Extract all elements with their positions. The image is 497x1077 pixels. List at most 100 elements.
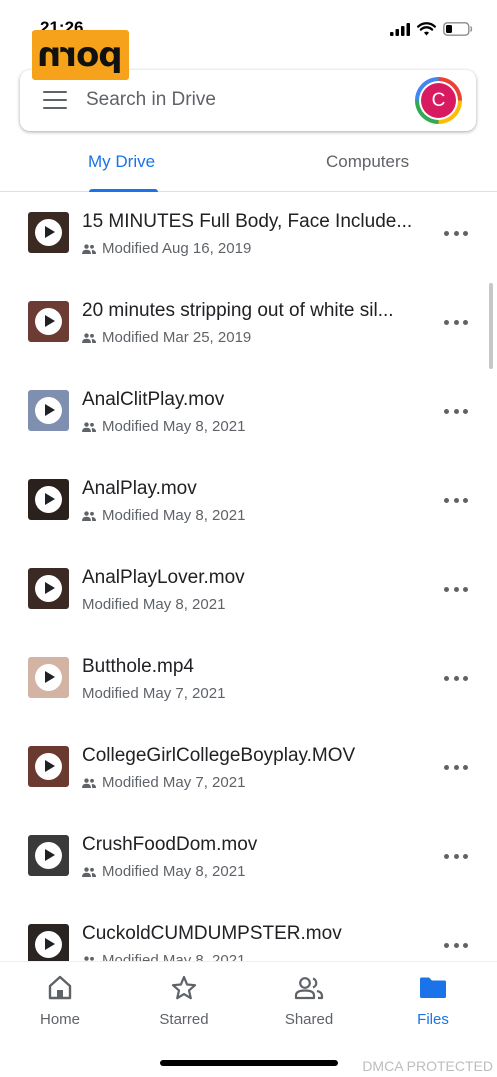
home-icon — [48, 975, 72, 1000]
nav-files-label: Files — [417, 1011, 449, 1028]
active-tab-indicator — [89, 189, 158, 192]
file-modified: Modified May 8, 2021 — [102, 952, 246, 961]
more-options-icon[interactable] — [444, 579, 468, 599]
file-name: 20 minutes stripping out of white sil... — [82, 300, 394, 321]
file-meta: Modified Aug 16, 2019 — [82, 240, 251, 257]
status-icons — [390, 22, 473, 36]
shared-icon — [82, 510, 96, 521]
nav-files[interactable]: Files — [383, 974, 483, 1028]
more-options-icon[interactable] — [444, 757, 468, 777]
file-meta: Modified May 8, 2021 — [82, 596, 225, 613]
watermark-logo-text: porn — [38, 35, 123, 75]
shared-icon — [82, 332, 96, 343]
shared-icon — [82, 421, 96, 432]
file-modified: Modified May 8, 2021 — [102, 863, 246, 880]
file-meta: Modified May 8, 2021 — [82, 418, 245, 435]
file-meta: Modified May 8, 2021 — [82, 507, 245, 524]
signal-icon — [390, 22, 410, 36]
file-name: CollegeGirlCollegeBoyplay.MOV — [82, 745, 356, 766]
watermark-logo: porn — [32, 30, 129, 80]
more-options-icon[interactable] — [444, 223, 468, 243]
file-row[interactable]: AnalPlay.mov Modified May 8, 2021 — [0, 460, 497, 549]
video-thumbnail — [28, 746, 69, 787]
file-row[interactable]: CuckoldCUMDUMPSTER.mov Modified May 8, 20… — [0, 905, 497, 961]
file-meta: Modified May 7, 2021 — [82, 774, 245, 791]
nav-shared-label: Shared — [284, 1011, 334, 1028]
video-thumbnail — [28, 835, 69, 876]
file-modified: Modified May 7, 2021 — [102, 774, 246, 791]
scrollbar[interactable] — [489, 283, 493, 369]
file-meta: Modified May 8, 2021 — [82, 863, 245, 880]
file-row[interactable]: 15 MINUTES Full Body, Face Include... Mod… — [0, 193, 497, 282]
battery-icon — [443, 22, 473, 36]
play-icon — [35, 575, 62, 602]
video-thumbnail — [28, 924, 69, 961]
bottom-nav: Home Starred Shared Files DMCA PROTECTED — [0, 961, 497, 1077]
file-name: AnalPlayLover.mov — [82, 567, 245, 588]
file-meta: Modified May 7, 2021 — [82, 685, 225, 702]
menu-icon[interactable] — [43, 91, 67, 109]
play-icon — [35, 664, 62, 691]
play-icon — [35, 308, 62, 335]
nav-home[interactable]: Home — [10, 974, 110, 1028]
file-meta: Modified May 8, 2021 — [82, 952, 245, 961]
play-icon — [35, 753, 62, 780]
file-name: Butthole.mp4 — [82, 656, 194, 677]
nav-starred-label: Starred — [159, 1011, 209, 1028]
file-row[interactable]: AnalClitPlay.mov Modified May 8, 2021 — [0, 371, 497, 460]
file-name: 15 MINUTES Full Body, Face Include... — [82, 211, 413, 232]
video-thumbnail — [28, 390, 69, 431]
play-icon — [35, 842, 62, 869]
avatar-letter: C — [421, 83, 456, 118]
search-input[interactable]: Search in Drive — [86, 89, 216, 111]
file-modified: Modified Mar 25, 2019 — [102, 329, 252, 346]
file-modified: Modified May 8, 2021 — [82, 596, 226, 613]
wifi-icon — [417, 22, 436, 36]
more-options-icon[interactable] — [444, 312, 468, 332]
play-icon — [35, 397, 62, 424]
file-modified: Modified May 8, 2021 — [102, 418, 246, 435]
more-options-icon[interactable] — [444, 490, 468, 510]
file-modified: Modified Aug 16, 2019 — [102, 240, 252, 257]
shared-icon — [82, 777, 96, 788]
file-modified: Modified May 7, 2021 — [82, 685, 226, 702]
file-meta: Modified Mar 25, 2019 — [82, 329, 251, 346]
video-thumbnail — [28, 479, 69, 520]
shared-icon — [82, 243, 96, 254]
more-options-icon[interactable] — [444, 668, 468, 688]
file-name: AnalPlay.mov — [82, 478, 197, 499]
file-row[interactable]: CrushFoodDom.mov Modified May 8, 2021 — [0, 816, 497, 905]
file-row[interactable]: 20 minutes stripping out of white sil...… — [0, 282, 497, 371]
video-thumbnail — [28, 301, 69, 342]
account-avatar[interactable]: C — [415, 77, 462, 124]
tab-my-drive[interactable]: My Drive — [88, 152, 155, 172]
file-name: CuckoldCUMDUMPSTER.mov — [82, 923, 342, 944]
file-row[interactable]: Butthole.mp4 Modified May 7, 2021 — [0, 638, 497, 727]
folder-icon — [420, 977, 446, 998]
more-options-icon[interactable] — [444, 401, 468, 421]
more-options-icon[interactable] — [444, 846, 468, 866]
file-name: CrushFoodDom.mov — [82, 834, 258, 855]
star-icon — [171, 975, 197, 1000]
play-icon — [35, 486, 62, 513]
file-modified: Modified May 8, 2021 — [102, 507, 246, 524]
video-thumbnail — [28, 212, 69, 253]
play-icon — [35, 219, 62, 246]
tab-computers[interactable]: Computers — [326, 152, 409, 172]
video-thumbnail — [28, 568, 69, 609]
file-row[interactable]: CollegeGirlCollegeBoyplay.MOV Modified Ma… — [0, 727, 497, 816]
shared-people-icon — [294, 977, 324, 1000]
shared-icon — [82, 866, 96, 877]
file-row[interactable]: AnalPlayLover.mov Modified May 8, 2021 — [0, 549, 497, 638]
nav-shared[interactable]: Shared — [259, 974, 359, 1028]
dmca-watermark: DMCA PROTECTED — [362, 1058, 493, 1074]
home-indicator[interactable] — [160, 1060, 338, 1066]
file-list[interactable]: 15 MINUTES Full Body, Face Include... Mod… — [0, 193, 497, 961]
nav-starred[interactable]: Starred — [134, 974, 234, 1028]
nav-home-label: Home — [39, 1011, 80, 1028]
play-icon — [35, 931, 62, 958]
file-name: AnalClitPlay.mov — [82, 389, 225, 410]
video-thumbnail — [28, 657, 69, 698]
more-options-icon[interactable] — [444, 935, 468, 955]
drive-tabs: My Drive Computers — [0, 138, 497, 192]
